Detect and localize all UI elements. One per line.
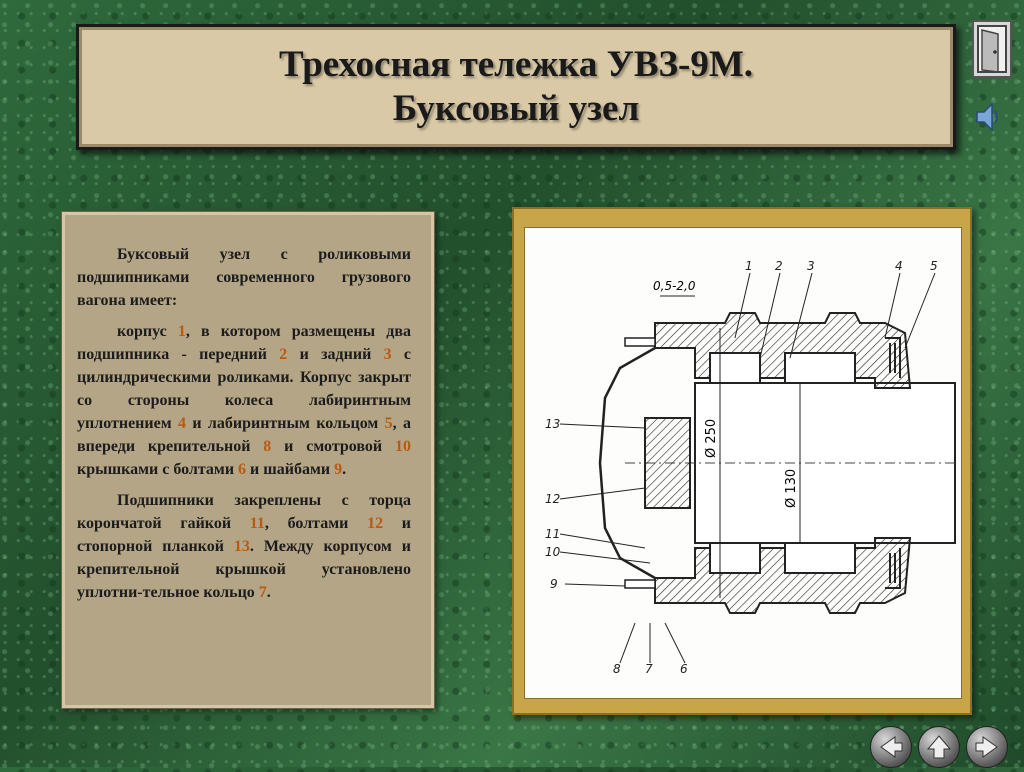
paragraph-housing: корпус 1, в котором размещены два подшип…: [77, 320, 411, 481]
dim-gap-label: 0,5-2,0: [653, 279, 696, 293]
axlebox-diagram: Ø 250 Ø 130 0,5-2,0 1 2 3 4 5 13 12 11 1…: [524, 227, 962, 699]
ref-number: 5: [384, 415, 393, 432]
ref-number: 4: [177, 415, 186, 432]
text-fragment: и задний: [287, 346, 384, 363]
dim-inner-label: Ø 130: [784, 469, 799, 508]
ref-number: 3: [383, 346, 392, 363]
title-line-1: Трехосная тележка УВЗ-9М.: [278, 44, 754, 85]
text-fragment: и лабиринтным кольцом: [185, 415, 385, 432]
label-13: 13: [545, 417, 560, 431]
ref-number: 9: [334, 461, 343, 478]
diagram-frame: Ø 250 Ø 130 0,5-2,0 1 2 3 4 5 13 12 11 1…: [512, 207, 972, 715]
text-fragment: , болтами: [264, 515, 368, 532]
next-button[interactable]: [966, 726, 1008, 768]
door-icon: [977, 25, 1007, 73]
paragraph-bearings: Подшипники закреплены с торца корончатой…: [77, 489, 411, 604]
prev-button[interactable]: [870, 726, 912, 768]
label-3: 3: [807, 259, 815, 273]
ref-number: 11: [249, 515, 265, 532]
label-9: 9: [550, 577, 558, 591]
text-fragment: крышками с болтами: [77, 461, 239, 478]
label-4: 4: [895, 259, 903, 273]
dim-outer-label: Ø 250: [704, 419, 719, 458]
inspection-cover: [644, 417, 691, 509]
title-line-2: Буксовый узел: [392, 88, 640, 129]
label-8: 8: [613, 662, 621, 676]
arrow-right-icon: [975, 736, 998, 758]
ref-number: 6: [238, 461, 247, 478]
label-1: 1: [745, 259, 753, 273]
front-bearing-roller-bottom: [709, 542, 761, 574]
ref-number: 10: [395, 438, 411, 455]
label-5: 5: [930, 259, 938, 273]
text-fragment: и шайбами: [246, 461, 335, 478]
ref-number: 1: [177, 323, 186, 340]
ref-number: 13: [233, 538, 250, 555]
text-fragment: корпус: [117, 323, 178, 340]
title-banner: Трехосная тележка УВЗ-9М. Буксовый узел: [76, 24, 956, 150]
text-fragment: и смотровой: [271, 438, 395, 455]
description-panel: Буксовый узел с роликовыми подшипниками …: [62, 212, 434, 708]
sound-button[interactable]: [974, 100, 1002, 134]
arrow-up-icon: [926, 735, 952, 759]
label-7: 7: [645, 662, 653, 676]
label-11: 11: [545, 527, 560, 541]
text-fragment: .: [266, 584, 271, 601]
paragraph-intro: Буксовый узел с роликовыми подшипниками …: [77, 246, 411, 309]
label-6: 6: [680, 662, 688, 676]
arrow-left-icon: [880, 736, 903, 758]
label-12: 12: [545, 492, 560, 506]
front-bearing-roller-top: [709, 352, 761, 384]
bolt-top: [624, 337, 656, 347]
text-fragment: .: [342, 461, 347, 478]
rear-bearing-roller-bottom: [784, 542, 856, 574]
bolt-bottom: [624, 579, 656, 589]
label-2: 2: [775, 259, 783, 273]
home-button[interactable]: [918, 726, 960, 768]
axlebox-drawing: Ø 250 Ø 130 0,5-2,0 1 2 3 4 5 13 12 11 1…: [545, 259, 956, 676]
housing-bottom: [654, 537, 912, 614]
ref-number: 7: [258, 584, 267, 601]
ref-number: 12: [367, 515, 384, 532]
label-10: 10: [545, 545, 561, 559]
housing-top: [654, 312, 912, 389]
exit-button[interactable]: [972, 20, 1012, 78]
rear-bearing-roller-top: [784, 352, 856, 384]
speaker-icon: [976, 102, 998, 132]
